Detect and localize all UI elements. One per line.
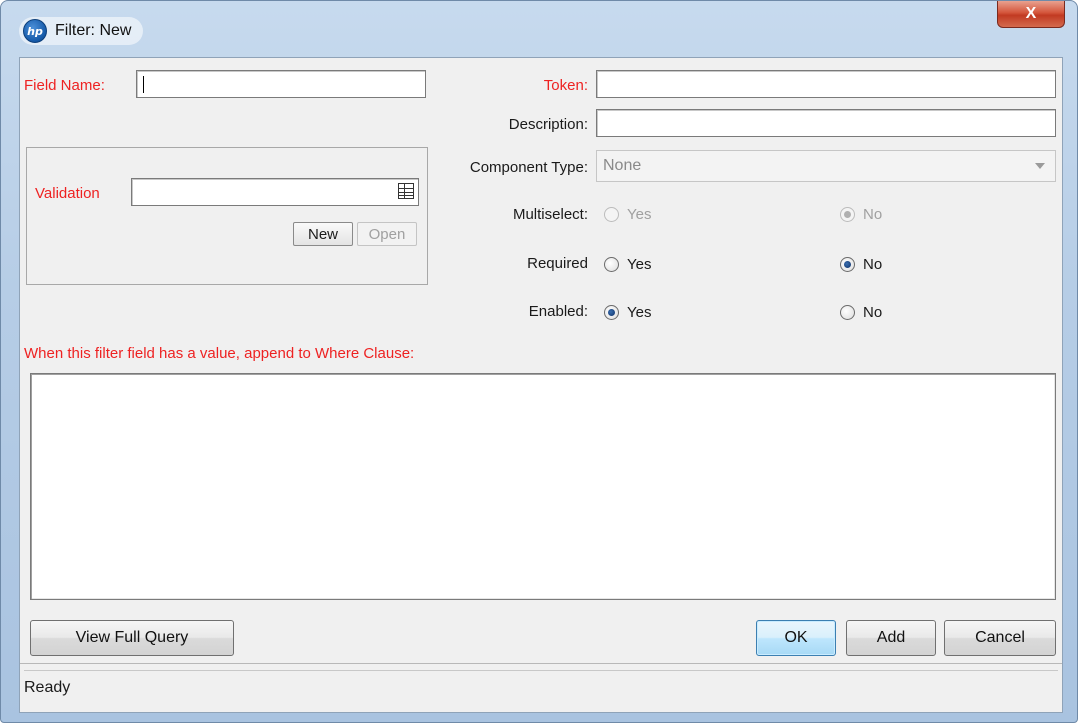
required-no-label: No [863,256,883,273]
enabled-no-option[interactable]: No [840,304,882,321]
component-type-label: Component Type: [469,159,588,176]
radio-button-icon[interactable] [604,207,619,222]
required-label: Required [527,255,588,272]
token-input[interactable] [596,70,1056,98]
ok-button[interactable]: OK [756,620,836,656]
open-validation-button[interactable]: Open [357,222,417,246]
component-type-select[interactable]: None [596,150,1056,182]
component-type-value: None [603,157,642,174]
title-bar[interactable]: hp Filter: New X [1,1,1077,53]
validation-group: Validation New Open [26,147,428,285]
enabled-no-label: No [863,304,883,321]
multiselect-label: Multiselect: [512,206,588,223]
validation-label: Validation [35,185,100,202]
radio-button-icon[interactable] [840,305,855,320]
field-name-label: Field Name: [24,77,105,94]
enabled-yes-label: Yes [627,304,652,321]
enabled-yes-option[interactable]: Yes [604,304,651,321]
close-button[interactable]: X [997,1,1065,28]
list-picker-icon[interactable] [398,183,414,199]
text-caret [143,76,144,93]
description-input[interactable] [596,109,1056,137]
window-title: Filter: New [55,22,132,39]
add-button[interactable]: Add [846,620,936,656]
token-label: Token: [543,77,588,94]
radio-button-icon[interactable] [604,305,619,320]
where-clause-label: When this filter field has a value, appe… [24,345,415,362]
cancel-button[interactable]: Cancel [944,620,1056,656]
multiselect-no-option[interactable]: No [840,206,882,223]
field-name-input[interactable] [136,70,426,98]
status-bar: Ready [24,670,1058,705]
hp-logo-icon: hp [23,19,47,43]
multiselect-yes-option[interactable]: Yes [604,206,651,223]
filter-dialog-window: hp Filter: New X Field Name: Token: Desc… [0,0,1078,723]
radio-button-icon[interactable] [840,207,855,222]
where-clause-textarea[interactable] [30,373,1056,600]
required-yes-option[interactable]: Yes [604,256,651,273]
status-separator [20,663,1062,664]
multiselect-no-label: No [863,206,883,223]
chevron-down-icon [1035,163,1045,169]
multiselect-yes-label: Yes [627,206,652,223]
status-text: Ready [24,679,71,696]
enabled-label: Enabled: [528,303,588,320]
radio-button-icon[interactable] [604,257,619,272]
required-yes-label: Yes [627,256,652,273]
new-validation-button[interactable]: New [293,222,353,246]
dialog-content: Field Name: Token: Description: Validati… [19,57,1063,713]
radio-button-icon[interactable] [840,257,855,272]
required-no-option[interactable]: No [840,256,882,273]
description-label: Description: [508,116,588,133]
title-pill: hp Filter: New [19,17,144,45]
view-full-query-button[interactable]: View Full Query [30,620,234,656]
validation-input[interactable] [131,178,419,206]
